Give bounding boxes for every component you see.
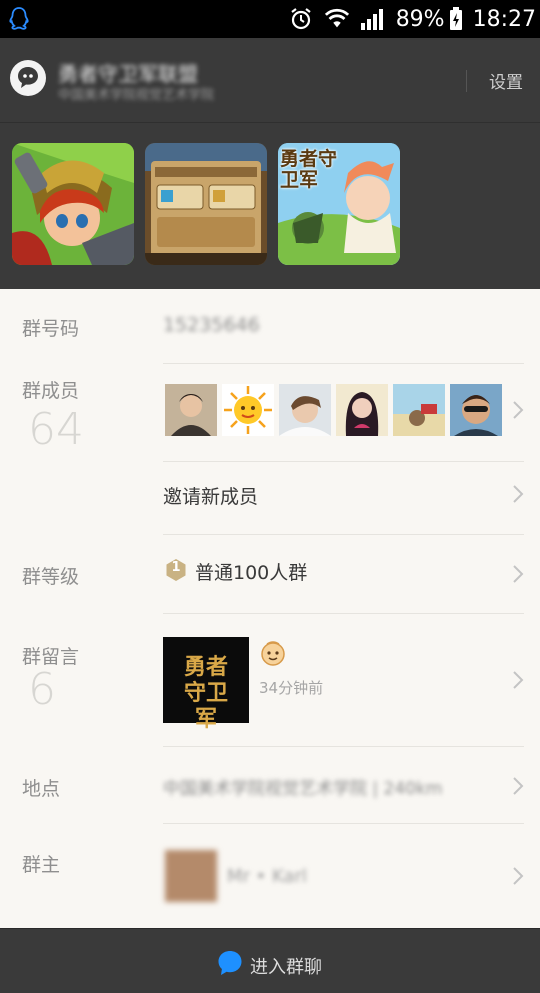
enter-group-chat-button[interactable]: 进入群聊 <box>180 939 360 983</box>
location-row[interactable]: 中国美术学院视觉艺术学院 | 240km <box>163 748 540 822</box>
group-name: 勇者守卫军联盟 <box>58 62 198 86</box>
emoji-face-icon <box>261 641 285 666</box>
group-level-label: 群等级 <box>22 566 80 588</box>
member-avatar[interactable] <box>165 384 217 436</box>
group-messages-count: 6 <box>28 664 56 715</box>
divider <box>163 363 524 364</box>
chevron-right-icon <box>513 401 524 419</box>
owner-name: Mr • Karl <box>227 866 307 887</box>
location-label: 地点 <box>22 778 61 800</box>
battery-charging-icon <box>449 7 462 30</box>
divider <box>163 746 524 747</box>
group-photo-3[interactable]: 勇者守卫军 <box>278 143 400 265</box>
game-screenshot-image <box>145 143 267 265</box>
members-count: 64 <box>28 404 84 455</box>
group-messages-row[interactable]: 勇者守卫军 34分钟前 <box>163 615 540 745</box>
invite-member-label: 邀请新成员 <box>163 486 259 508</box>
group-photo-2[interactable] <box>145 143 267 265</box>
settings-button[interactable]: 设置 <box>478 68 534 94</box>
message-thumbnail: 勇者守卫军 <box>163 637 249 732</box>
member-avatar[interactable] <box>393 384 445 436</box>
invite-member-row[interactable]: 邀请新成员 <box>163 462 540 534</box>
qq-penguin-icon <box>9 7 29 30</box>
chevron-right-icon <box>513 671 524 689</box>
group-level-row[interactable]: 1 普通100人群 <box>163 536 540 612</box>
group-owner-label: 群主 <box>22 854 61 876</box>
group-number-label: 群号码 <box>22 318 80 340</box>
chat-bubble-icon <box>218 951 242 975</box>
members-label: 群成员 <box>22 380 80 402</box>
message-time: 34分钟前 <box>259 679 324 697</box>
group-photo-strip: 勇者守卫军 <box>0 122 540 289</box>
member-avatar[interactable] <box>222 384 274 436</box>
bottom-bar: 进入群聊 <box>0 928 540 993</box>
chevron-right-icon <box>513 777 524 795</box>
message-thumbnail-logo: 勇者守卫军 <box>183 655 228 732</box>
group-subtitle: 中国美术学院视觉艺术学院 <box>58 88 215 103</box>
game-logo-text: 勇者守卫军 <box>280 148 338 191</box>
group-number-value: 15235646 <box>163 314 260 336</box>
group-owner-row[interactable]: Mr • Karl <box>163 826 540 922</box>
group-avatar[interactable] <box>10 60 46 96</box>
location-value: 中国美术学院视觉艺术学院 | 240km <box>163 779 443 799</box>
hero-character-image <box>12 143 134 265</box>
signal-icon <box>360 9 383 30</box>
member-avatar[interactable] <box>336 384 388 436</box>
group-header: 勇者守卫军联盟 中国美术学院视觉艺术学院 设置 <box>0 38 540 122</box>
member-avatar[interactable] <box>279 384 331 436</box>
chat-bubble-icon <box>18 67 38 88</box>
chevron-right-icon <box>513 867 524 885</box>
header-divider <box>466 70 467 92</box>
member-avatar[interactable] <box>450 384 502 436</box>
level-badge-number: 1 <box>171 560 181 575</box>
chevron-right-icon <box>513 485 524 503</box>
clock-time: 18:27 <box>472 6 536 32</box>
status-bar: 89% 18:27 <box>0 0 540 38</box>
alarm-icon <box>291 8 311 30</box>
group-level-value: 普通100人群 <box>195 562 308 584</box>
divider <box>163 613 524 614</box>
group-photo-1[interactable] <box>12 143 134 265</box>
divider <box>163 534 524 535</box>
enter-group-chat-label: 进入群聊 <box>250 957 322 978</box>
divider <box>163 823 524 824</box>
wifi-icon <box>324 8 349 28</box>
owner-avatar <box>165 850 217 902</box>
chevron-right-icon <box>513 565 524 583</box>
battery-percent: 89% <box>395 6 445 32</box>
